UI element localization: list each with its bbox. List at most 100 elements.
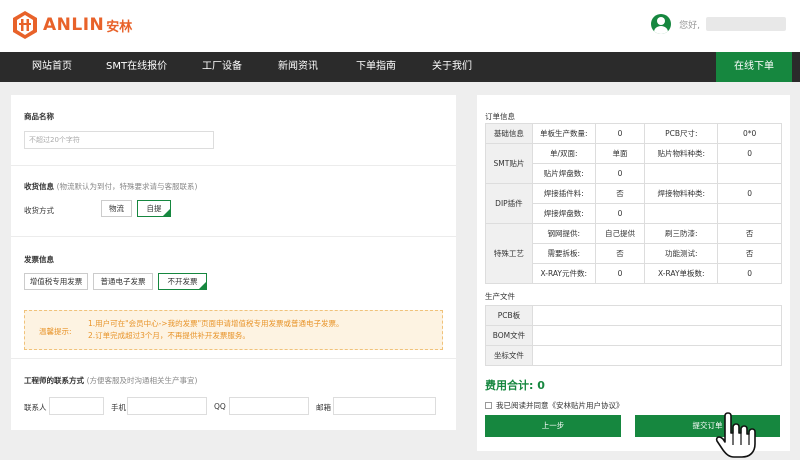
nav-item-about[interactable]: 关于我们 [432,52,472,82]
divider [11,165,456,166]
file-upload-pcb[interactable] [531,305,783,326]
table-row: SMT贴片 单/双面: 单面 贴片物料种类: 0 [485,143,782,184]
cell-value: 否 [594,183,646,204]
phone-input[interactable] [127,397,207,415]
header: ANLIN 安林 您好, [0,0,800,52]
cell-empty [717,203,782,224]
cell-label: 贴片焊盘数: [531,163,596,184]
cell-value: 0*0 [717,123,782,144]
product-name-title: 商品名称 [24,112,54,121]
submit-order-button[interactable]: 提交订单 [635,415,780,437]
file-upload-coordinates[interactable] [531,345,783,366]
shipping-option-logistics[interactable]: 物流 [101,200,132,217]
row-group-basic: 基础信息 [485,123,533,144]
cell-value: 否 [717,223,782,244]
cell-label: 刷三防漆: [644,223,719,244]
nav-item-order-guide[interactable]: 下单指南 [356,52,396,82]
prev-step-button[interactable]: 上一步 [485,415,621,437]
shipping-method-label: 收货方式 [24,206,54,215]
cell-value: 0 [594,123,646,144]
cell-value: 0 [594,163,646,184]
qq-label: QQ [214,402,226,411]
file-label-pcb: PCB板 [485,305,533,326]
engineer-title: 工程师的联系方式 (方便客服及时沟通相关生产事宜) [24,375,197,386]
invoice-option-none[interactable]: 不开发票 [158,273,207,290]
logo-text: ANLIN [43,15,105,35]
cell-label: 钢网提供: [531,223,596,244]
cell-empty [644,203,719,224]
cell-label: 焊接焊盘数: [531,203,596,224]
total-value: 0 [537,379,545,392]
shipping-note: (物流默认为到付，特殊要求请与客服联系) [56,182,198,191]
nav-item-smt-quote[interactable]: SMT在线报价 [106,52,167,82]
row-group-dip: DIP插件 [485,183,533,224]
cell-label: 需要拆板: [531,243,596,264]
greeting: 您好, [679,20,700,31]
table-row: 坐标文件 [485,345,783,366]
order-info-title: 订单信息 [485,112,515,121]
cell-label: 焊接物料种类: [644,183,719,204]
cell-label: 焊接插件料: [531,183,596,204]
agreement: 我已阅读并同意《安林贴片用户协议》 [485,400,624,411]
shipping-title: 收货信息 (物流默认为到付，特殊要求请与客服联系) [24,181,197,192]
user-area[interactable]: 您好, [651,14,786,34]
shipping-option-pickup[interactable]: 自提 [137,200,171,217]
hand-cursor-icon [715,412,756,458]
invoice-option-vat[interactable]: 增值税专用发票 [24,273,88,290]
anlin-logo-icon [13,11,37,39]
order-form-panel: 商品名称 不超过20个字符 收货信息 (物流默认为到付，特殊要求请与客服联系) … [11,95,456,430]
file-label-coordinates: 坐标文件 [485,345,533,366]
production-files-title: 生产文件 [485,292,515,301]
main-nav: 网站首页 SMT在线报价 工厂设备 新闻资讯 下单指南 关于我们 [0,52,800,82]
product-name-input[interactable]: 不超过20个字符 [24,131,214,149]
cell-label: X-RAY单板数: [644,263,719,284]
engineer-title-text: 工程师的联系方式 [24,376,84,385]
table-row: DIP插件 焊接插件料: 否 焊接物料种类: 0 [485,183,782,224]
cell-label: 功能测试: [644,243,719,264]
invoice-option-electronic[interactable]: 普通电子发票 [93,273,153,290]
divider [11,358,456,359]
file-upload-bom[interactable] [531,325,783,346]
agreement-text[interactable]: 我已阅读并同意《安林贴片用户协议》 [496,400,624,411]
nav-item-news[interactable]: 新闻资讯 [278,52,318,82]
tip-line: 2.订单完成超过3个月，不再提供补开发票服务。 [88,331,250,340]
table-row: PCB板 [485,305,783,326]
cell-value: 0 [594,203,646,224]
cell-empty [717,163,782,184]
total-label: 费用合计: [485,379,534,392]
row-group-special: 特殊工艺 [485,223,533,284]
contact-name-label: 联系人 [24,403,47,412]
total-cost: 费用合计: 0 [485,377,545,393]
agreement-checkbox[interactable] [485,402,492,409]
logo[interactable]: ANLIN 安林 [10,10,132,40]
nav-item-equipment[interactable]: 工厂设备 [202,52,242,82]
email-input[interactable] [333,397,436,415]
contact-name-input[interactable] [49,397,104,415]
divider [11,236,456,237]
qq-input[interactable] [229,397,309,415]
cell-value: 否 [717,243,782,264]
cell-label: X-RAY元件数: [531,263,596,284]
user-avatar-icon[interactable] [651,14,672,34]
cell-label: 单板生产数量: [531,123,596,144]
invoice-title: 发票信息 [24,255,54,264]
nav-online-order-button[interactable]: 在线下单 [716,52,792,82]
cell-value: 单面 [594,143,646,164]
order-info-table: 基础信息 单板生产数量: 0 PCB尺寸: 0*0 SMT贴片 单/双面: 单面… [485,123,782,284]
phone-label: 手机 [111,403,126,412]
tip-label: 温馨提示: [39,327,72,336]
shipping-title-text: 收货信息 [24,182,54,191]
cell-label: 单/双面: [531,143,596,164]
cell-value: 自己提供 [594,223,646,244]
table-row: BOM文件 [485,325,783,346]
nav-edge [792,52,800,82]
cell-value: 0 [594,263,646,284]
cell-value: 0 [717,183,782,204]
user-name-redacted [706,17,786,31]
nav-item-home[interactable]: 网站首页 [32,52,72,82]
logo-cn-text: 安林 [106,19,133,35]
tip-line: 1.用户可在"会员中心->我的发票"页面申请增值税专用发票或普通电子发票。 [88,319,344,328]
production-files-table: PCB板 BOM文件 坐标文件 [485,305,783,366]
table-row: 特殊工艺 钢网提供: 自己提供 刷三防漆: 否 [485,223,782,284]
cell-value: 0 [717,263,782,284]
